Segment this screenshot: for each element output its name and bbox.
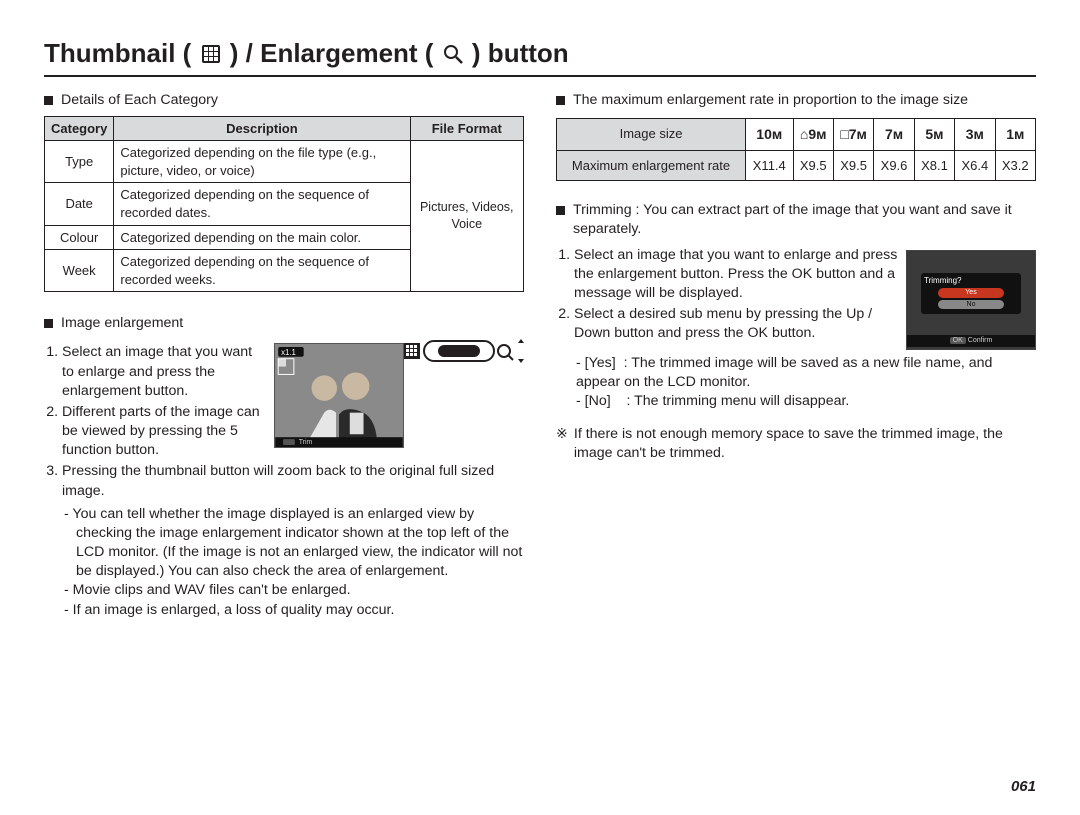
th-description: Description <box>114 116 410 141</box>
dialog-no: No <box>938 300 1004 309</box>
trim-yes-line: - [Yes] : The trimmed image will be save… <box>576 354 1036 392</box>
magnify-icon <box>443 40 463 71</box>
thumbnail-grid-icon <box>201 40 221 71</box>
left-heading-2: Image enlargement <box>61 314 183 333</box>
enlarge-note-2: - Movie clips and WAV files can't be enl… <box>44 581 524 600</box>
rate-row2-label: Maximum enlargement rate <box>557 150 746 181</box>
right-column: The maximum enlargement rate in proporti… <box>556 91 1036 620</box>
right-heading-1: The maximum enlargement rate in proporti… <box>573 91 968 110</box>
cat-colour: Colour <box>45 225 114 250</box>
page-title: Thumbnail ( ) / Enlargement ( ) button <box>44 38 1036 77</box>
dialog-title: Trimming? <box>924 276 961 285</box>
reference-mark-icon: ※ <box>556 425 568 444</box>
size-3: 7ᴍ <box>874 118 914 150</box>
enlargement-rate-table: Image size 10ᴍ ⌂9ᴍ □7ᴍ 7ᴍ 5ᴍ 3ᴍ 1ᴍ Maxim… <box>556 118 1036 181</box>
desc-week: Categorized depending on the sequence of… <box>114 250 410 292</box>
rate-4: X8.1 <box>914 150 954 181</box>
memory-footnote: ※ If there is not enough memory space to… <box>556 425 1036 463</box>
enlarge-note-3: - If an image is enlarged, a loss of qua… <box>44 601 524 620</box>
svg-text:Trim: Trim <box>299 439 313 446</box>
desc-type: Categorized depending on the file type (… <box>114 141 410 183</box>
size-1: ⌂9ᴍ <box>793 118 833 150</box>
enlarge-step-3: Pressing the thumbnail button will zoom … <box>62 462 524 500</box>
file-format-cell: Pictures, Videos, Voice <box>410 141 524 292</box>
size-6: 1ᴍ <box>995 118 1035 150</box>
trim-no-line: - [No] : The trimming menu will disappea… <box>576 392 1036 411</box>
size-0: 10ᴍ <box>746 118 793 150</box>
zoom-control-icon <box>404 339 524 363</box>
rate-6: X3.2 <box>995 150 1035 181</box>
footnote-text: If there is not enough memory space to s… <box>574 425 1036 463</box>
bullet-icon <box>44 96 53 105</box>
size-5: 3ᴍ <box>955 118 995 150</box>
rate-3: X9.6 <box>874 150 914 181</box>
title-part-1: Thumbnail ( <box>44 38 199 68</box>
desc-date: Categorized depending on the sequence of… <box>114 183 410 225</box>
category-table: Category Description File Format Type Ca… <box>44 116 524 292</box>
dialog-yes: Yes <box>938 288 1004 297</box>
manual-page: Thumbnail ( ) / Enlargement ( ) button D… <box>0 0 1080 815</box>
trim-heading: Trimming : You can extract part of the i… <box>573 201 1036 239</box>
sample-enlarged-photo: x1.1 Trim <box>274 343 404 448</box>
title-part-3: ) button <box>465 38 569 68</box>
rate-2: X9.5 <box>833 150 873 181</box>
cat-week: Week <box>45 250 114 292</box>
bullet-icon <box>556 206 565 215</box>
photo-badge: x1.1 <box>281 348 296 357</box>
bullet-icon <box>556 96 565 105</box>
page-number: 061 <box>1011 778 1036 795</box>
left-column: Details of Each Category Category Descri… <box>44 91 524 620</box>
th-category: Category <box>45 116 114 141</box>
rate-1: X9.5 <box>793 150 833 181</box>
rate-0: X11.4 <box>746 150 793 181</box>
dialog-confirm: Confirm <box>968 337 993 344</box>
desc-colour: Categorized depending on the main color. <box>114 225 410 250</box>
trimming-dialog-screenshot: Trimming? Yes No OKConfirm <box>906 250 1036 350</box>
size-4: 5ᴍ <box>914 118 954 150</box>
bullet-icon <box>44 319 53 328</box>
th-fileformat: File Format <box>410 116 524 141</box>
cat-date: Date <box>45 183 114 225</box>
cat-type: Type <box>45 141 114 183</box>
rate-5: X6.4 <box>955 150 995 181</box>
rate-row1-label: Image size <box>557 118 746 150</box>
enlarge-note-1: - You can tell whether the image display… <box>44 505 524 582</box>
left-heading-1: Details of Each Category <box>61 91 218 110</box>
size-2: □7ᴍ <box>833 118 873 150</box>
title-part-2: ) / Enlargement ( <box>223 38 441 68</box>
